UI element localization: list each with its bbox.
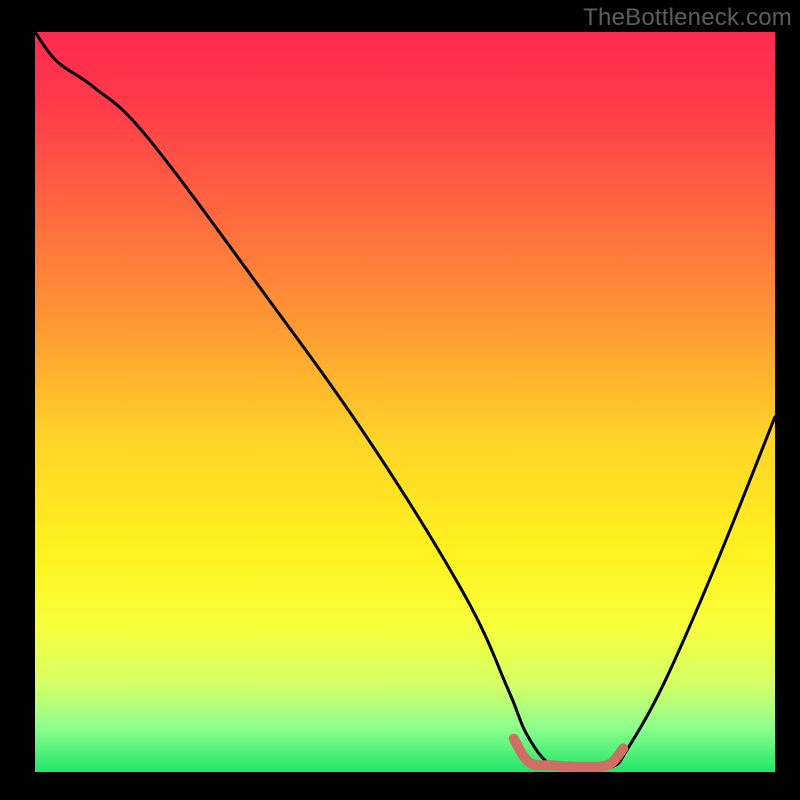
chart-container: TheBottleneck.com xyxy=(0,0,800,800)
plot-svg xyxy=(0,0,800,800)
watermark-label: TheBottleneck.com xyxy=(583,4,792,32)
gradient-background xyxy=(35,32,775,772)
